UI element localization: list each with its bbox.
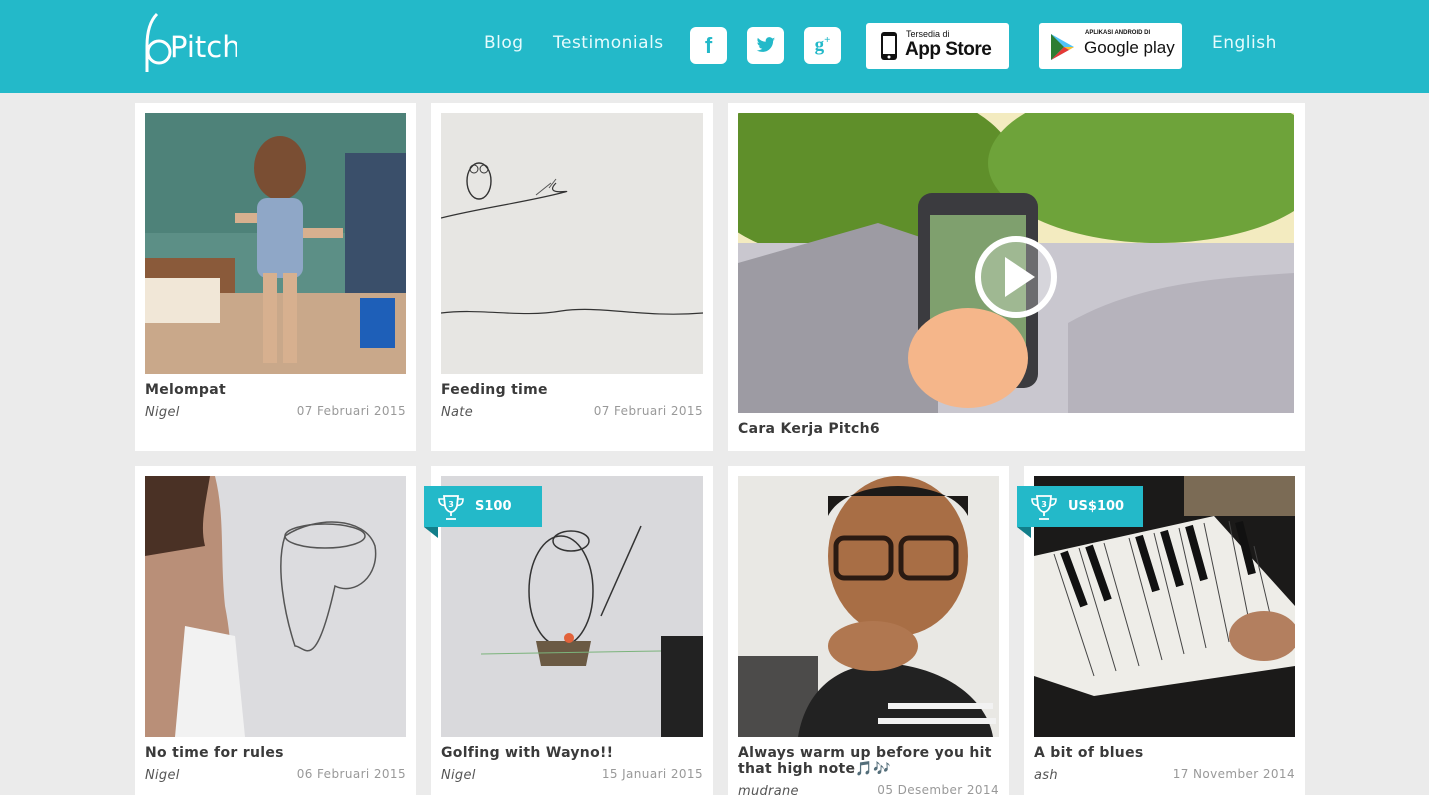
appstore-small-text: Tersedia di — [906, 29, 950, 39]
post-date: 17 November 2014 — [1172, 767, 1295, 781]
post-card[interactable]: Always warm up before you hit that high … — [728, 466, 1009, 795]
nav-testimonials[interactable]: Testimonials — [553, 33, 664, 53]
post-title[interactable]: Feeding time — [441, 382, 703, 398]
post-date: 05 Desember 2014 — [877, 783, 999, 795]
badge-fold — [1017, 527, 1031, 538]
app-store-button[interactable]: Tersedia di App Store — [866, 23, 1009, 69]
svg-text:3: 3 — [1041, 500, 1047, 509]
svg-text:3: 3 — [448, 500, 454, 509]
prize-badge: 3 US$100 — [1017, 486, 1143, 527]
apple-icon — [881, 32, 897, 60]
video-card[interactable]: Cara Kerja Pitch6 — [728, 103, 1305, 451]
google-plus-icon: g+ — [814, 34, 831, 56]
prize-amount: US$100 — [1068, 499, 1125, 514]
post-author[interactable]: ash — [1034, 768, 1058, 783]
twitter-button[interactable] — [747, 27, 784, 64]
post-title[interactable]: No time for rules — [145, 745, 406, 761]
twitter-icon — [756, 37, 775, 52]
post-author[interactable]: Nigel — [441, 768, 476, 783]
language-selector[interactable]: English — [1212, 33, 1277, 53]
google-play-icon — [1051, 34, 1074, 60]
post-card[interactable]: 3 US$100 A bit of blues ash 17 November … — [1017, 466, 1305, 795]
googleplay-big-text: Google play — [1084, 38, 1175, 57]
post-title[interactable]: Melompat — [145, 382, 406, 398]
facebook-button[interactable]: f — [690, 27, 727, 64]
badge-fold — [424, 527, 438, 538]
post-thumbnail[interactable] — [145, 113, 406, 374]
post-card[interactable]: Feeding time Nate 07 Februari 2015 — [431, 103, 713, 451]
post-author[interactable]: mudrane — [738, 784, 799, 795]
post-date: 15 Januari 2015 — [601, 767, 703, 781]
nav-blog[interactable]: Blog — [484, 33, 524, 53]
post-title[interactable]: A bit of blues — [1034, 745, 1295, 761]
trophy-icon: 3 — [438, 494, 464, 520]
post-card[interactable]: Melompat Nigel 07 Februari 2015 — [135, 103, 416, 451]
trophy-icon: 3 — [1031, 494, 1057, 520]
post-title[interactable]: Golfing with Wayno!! — [441, 745, 703, 761]
post-author[interactable]: Nigel — [145, 768, 180, 783]
post-thumbnail[interactable] — [441, 113, 703, 374]
appstore-big-text: App Store — [905, 39, 992, 60]
post-thumbnail[interactable] — [145, 476, 406, 737]
top-header: Pitch Blog Testimonials f g+ Tersedia di… — [0, 0, 1429, 93]
post-date: 07 Februari 2015 — [296, 404, 406, 418]
video-thumbnail[interactable] — [738, 113, 1294, 413]
post-card[interactable]: No time for rules Nigel 06 Februari 2015 — [135, 466, 416, 795]
post-author[interactable]: Nigel — [145, 405, 180, 420]
facebook-icon: f — [704, 32, 713, 58]
play-icon[interactable] — [975, 236, 1057, 318]
googleplay-small-text: APLIKASI ANDROID DI — [1085, 30, 1151, 36]
google-plus-button[interactable]: g+ — [804, 27, 841, 64]
post-date: 06 Februari 2015 — [296, 767, 406, 781]
post-date: 07 Februari 2015 — [593, 404, 703, 418]
post-author[interactable]: Nate — [441, 405, 473, 420]
pitch-logo[interactable]: Pitch — [145, 12, 241, 74]
google-play-button[interactable]: APLIKASI ANDROID DI Google play — [1039, 23, 1182, 69]
post-thumbnail[interactable] — [738, 476, 999, 737]
prize-badge: 3 S100 — [424, 486, 542, 527]
post-title[interactable]: Always warm up before you hit that high … — [738, 745, 999, 777]
svg-text:Pitch: Pitch — [170, 30, 237, 64]
post-card[interactable]: 3 S100 Golfing with Wayno!! Nigel 15 Jan… — [424, 466, 713, 795]
prize-amount: S100 — [475, 499, 512, 514]
video-title[interactable]: Cara Kerja Pitch6 — [738, 421, 1294, 437]
